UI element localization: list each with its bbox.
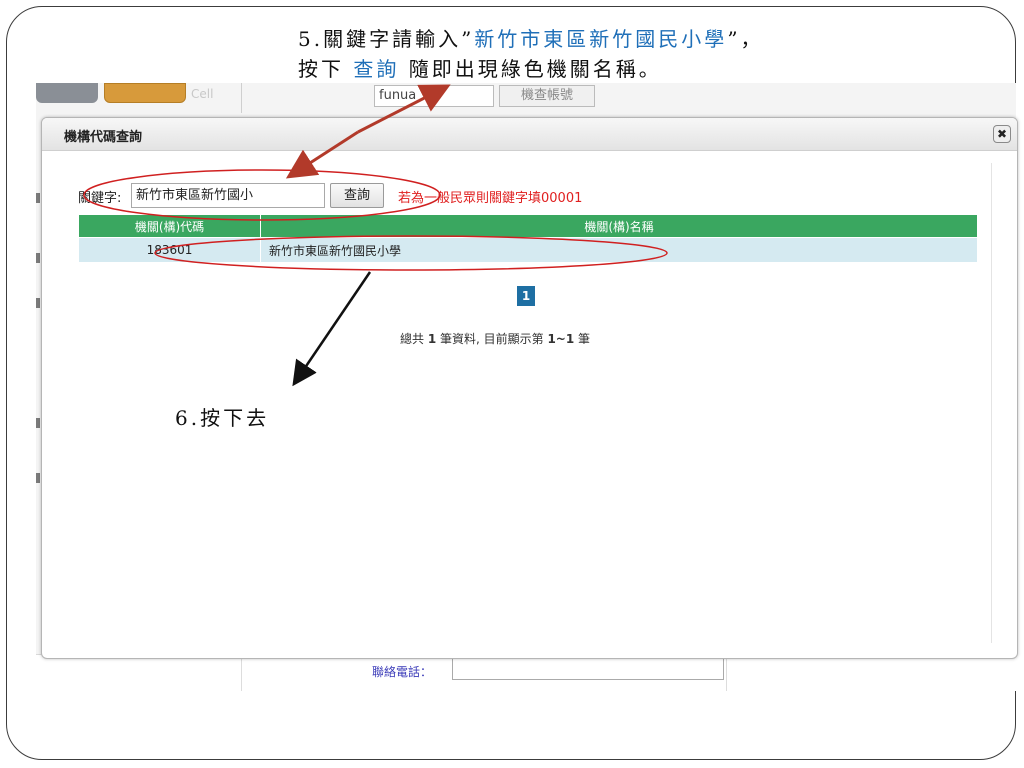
bg-account-input[interactable]: funua bbox=[374, 85, 494, 107]
bg-footer-divider-2 bbox=[726, 655, 727, 691]
summary-middle: 筆資料, 目前顯示第 bbox=[436, 332, 548, 346]
instruction-line2-prefix: 按下 bbox=[298, 57, 354, 81]
summary-total: 1 bbox=[427, 332, 437, 346]
cell-org-code[interactable]: 183601 bbox=[78, 237, 261, 263]
keyword-input[interactable]: 新竹市東區新竹國小 bbox=[131, 183, 325, 208]
bg-footer-divider bbox=[241, 655, 242, 691]
keyword-label: 關鍵字: bbox=[78, 191, 122, 206]
contact-phone-label: 聯絡電話： bbox=[372, 665, 433, 679]
summary-range: 1~1 bbox=[547, 332, 575, 346]
column-header-code: 機關(構)代碼 bbox=[78, 214, 261, 238]
keyword-hint: 若為一般民眾則關鍵字填00001 bbox=[398, 191, 583, 206]
results-table: 機關(構)代碼 機關(構)名稱 183601 新竹市東區新竹國民小學 bbox=[78, 214, 978, 263]
dialog-header: 機構代碼查詢 ✖ bbox=[42, 118, 1017, 151]
instruction-text: 5.關鍵字請輸入”新竹市東區新竹國民小學”， 按下 查詢 隨即出現綠色機關名稱。 bbox=[298, 24, 764, 84]
bg-account-check-button[interactable]: 機查帳號 bbox=[499, 85, 595, 107]
column-header-name: 機關(構)名稱 bbox=[260, 214, 978, 238]
bg-nav-button-orange[interactable] bbox=[104, 83, 186, 103]
table-header-row: 機關(構)代碼 機關(構)名稱 bbox=[78, 214, 978, 238]
results-summary: 總共 1 筆資料, 目前顯示第 1~1 筆 bbox=[400, 330, 590, 347]
cell-org-name-link[interactable]: 新竹市東區新竹國民小學 bbox=[260, 237, 978, 263]
instruction-line-2: 按下 查詢 隨即出現綠色機關名稱。 bbox=[298, 54, 764, 84]
instruction-button-word: 查詢 bbox=[353, 57, 400, 81]
contact-phone-input[interactable] bbox=[452, 658, 724, 680]
search-button[interactable]: 查詢 bbox=[330, 183, 384, 208]
bg-nav-button-gray[interactable] bbox=[36, 83, 98, 103]
instruction-line1-suffix: ”， bbox=[727, 27, 764, 51]
dialog-title: 機構代碼查詢 bbox=[64, 130, 143, 145]
bg-footer-row: 聯絡電話： bbox=[36, 654, 1016, 691]
org-code-lookup-dialog: 機構代碼查詢 ✖ 關鍵字: 新竹市東區新竹國小 查詢 若為一般民眾則關鍵字填00… bbox=[41, 117, 1018, 659]
table-row[interactable]: 183601 新竹市東區新竹國民小學 bbox=[78, 237, 978, 263]
summary-suffix: 筆 bbox=[574, 332, 591, 346]
bg-faded-text: Cell bbox=[191, 87, 214, 101]
instruction-line2-suffix: 隨即出現綠色機關名稱。 bbox=[399, 57, 662, 81]
instruction-line-1: 5.關鍵字請輸入”新竹市東區新竹國民小學”， bbox=[298, 24, 764, 54]
pager-page-1[interactable]: 1 bbox=[517, 286, 535, 306]
instruction-keyword: 新竹市東區新竹國民小學 bbox=[474, 27, 728, 51]
annotation-step-6: 6.按下去 bbox=[175, 406, 270, 430]
summary-prefix: 總共 bbox=[400, 332, 428, 346]
instruction-line1-prefix: 5.關鍵字請輸入” bbox=[298, 27, 475, 51]
close-icon[interactable]: ✖ bbox=[993, 125, 1011, 143]
bg-divider bbox=[241, 83, 242, 113]
dialog-scroll-edge bbox=[991, 163, 992, 643]
